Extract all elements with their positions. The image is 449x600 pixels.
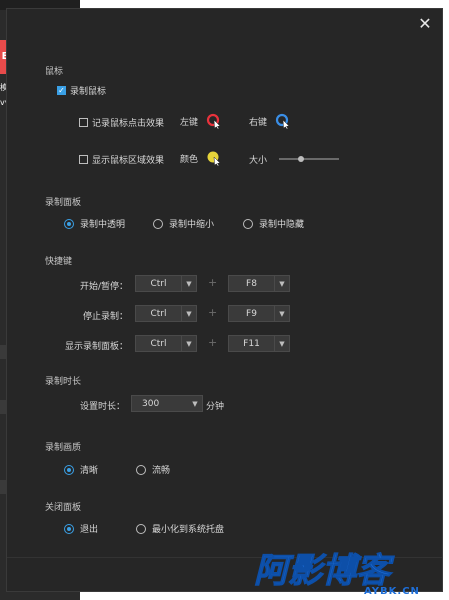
section-title-duration: 录制时长 — [45, 377, 82, 387]
record-panel-radio[interactable] — [153, 218, 163, 229]
hotkey-key-select-stop[interactable]: F9 ▼ — [228, 305, 290, 322]
record-panel-radio[interactable] — [64, 218, 74, 229]
chevron-down-icon: ▼ — [274, 306, 289, 321]
record-panel-option-label: 录制中缩小 — [169, 220, 215, 230]
watermark-main-text: 阿影博客 — [254, 551, 395, 591]
quality-option-smooth[interactable]: 流畅 — [136, 463, 170, 476]
right-click-setting: 右键 — [249, 113, 291, 129]
duration-select[interactable]: 300 ▼ — [131, 395, 203, 412]
plus-sign: + — [208, 276, 218, 289]
chevron-down-icon: ▼ — [274, 336, 289, 351]
section-title-close-panel: 关闭面板 — [45, 503, 82, 513]
record-panel-option-hide[interactable]: 录制中隐藏 — [243, 217, 304, 230]
chevron-down-icon: ▼ — [181, 276, 196, 291]
record-panel-option-shrink[interactable]: 录制中缩小 — [153, 217, 214, 230]
size-label: 大小 — [249, 156, 268, 166]
close-option-exit[interactable]: 退出 — [64, 522, 98, 535]
size-setting: 大小 — [249, 153, 267, 166]
section-title-record-panel: 录制面板 — [45, 198, 82, 208]
close-icon[interactable]: ✕ — [416, 15, 434, 33]
show-area-effect-label: 显示鼠标区域效果 — [92, 156, 165, 166]
quality-option-label: 流畅 — [152, 466, 171, 476]
hotkey-modifier-value: Ctrl — [150, 338, 167, 349]
quality-option-clear[interactable]: 清晰 — [64, 463, 98, 476]
area-color-cursor-icon[interactable] — [206, 150, 222, 166]
duration-value: 300 — [142, 398, 160, 409]
color-label: 颜色 — [180, 154, 199, 165]
hotkey-key-value: F8 — [246, 278, 257, 289]
hotkey-modifier-value: Ctrl — [150, 308, 167, 319]
hotkey-key-select-show-panel[interactable]: F11 ▼ — [228, 335, 290, 352]
close-option-label: 最小化到系统托盘 — [152, 525, 225, 535]
record-cursor-label: 录制鼠标 — [70, 87, 107, 97]
close-radio[interactable] — [64, 523, 74, 534]
hotkey-label-show-panel: 显示录制面板： — [64, 342, 128, 352]
watermark-sub-text: AYBK.CN — [364, 586, 420, 596]
record-click-effect-option[interactable]: 记录鼠标点击效果 — [79, 116, 164, 129]
size-slider[interactable] — [279, 156, 339, 162]
record-click-effect-checkbox[interactable] — [79, 118, 88, 127]
settings-dialog: ✕ 鼠标 ✓ 录制鼠标 记录鼠标点击效果 左键 右键 显示鼠标区域效果 颜色 大… — [6, 8, 443, 592]
hotkey-key-select-start-pause[interactable]: F8 ▼ — [228, 275, 290, 292]
close-option-minimize-tray[interactable]: 最小化到系统托盘 — [136, 522, 224, 535]
size-slider-handle[interactable] — [297, 156, 304, 162]
hotkey-modifier-select-show-panel[interactable]: Ctrl ▼ — [135, 335, 197, 352]
hotkey-key-value: F9 — [246, 308, 257, 319]
hotkey-label-start-pause: 开始/暂停： — [79, 282, 128, 292]
chevron-down-icon: ▼ — [181, 306, 196, 321]
chevron-down-icon: ▼ — [181, 336, 196, 351]
quality-option-label: 清晰 — [80, 466, 99, 476]
quality-radio[interactable] — [136, 464, 146, 475]
duration-unit: 分钟 — [206, 402, 225, 412]
hotkey-key-value: F11 — [243, 338, 260, 349]
left-click-cursor-icon[interactable] — [206, 113, 222, 129]
chevron-down-icon: ▼ — [274, 276, 289, 291]
chevron-down-icon: ▼ — [192, 399, 198, 408]
quality-radio[interactable] — [64, 464, 74, 475]
show-area-effect-option[interactable]: 显示鼠标区域效果 — [79, 153, 164, 166]
show-area-effect-checkbox[interactable] — [79, 155, 88, 164]
section-title-mouse: 鼠标 — [45, 67, 64, 77]
record-click-effect-label: 记录鼠标点击效果 — [92, 119, 165, 129]
duration-label: 设置时长： — [80, 402, 126, 412]
hotkey-modifier-select-stop[interactable]: Ctrl ▼ — [135, 305, 197, 322]
hotkey-modifier-select-start-pause[interactable]: Ctrl ▼ — [135, 275, 197, 292]
left-key-label: 左键 — [180, 117, 199, 128]
record-panel-radio[interactable] — [243, 218, 253, 229]
record-panel-option-label: 录制中隐藏 — [259, 220, 305, 230]
watermark-logo: 阿影博客 AYBK.CN — [252, 548, 442, 598]
close-option-label: 退出 — [80, 525, 99, 535]
hotkey-modifier-value: Ctrl — [150, 278, 167, 289]
record-panel-option-label: 录制中透明 — [80, 220, 126, 230]
record-cursor-option[interactable]: ✓ 录制鼠标 — [57, 84, 106, 97]
hotkey-label-stop: 停止录制： — [82, 312, 128, 322]
right-click-cursor-icon[interactable] — [275, 113, 291, 129]
area-color-setting: 颜色 — [180, 150, 222, 166]
right-key-label: 右键 — [249, 117, 268, 128]
left-click-setting: 左键 — [180, 113, 222, 129]
record-cursor-checkbox[interactable]: ✓ — [57, 86, 66, 95]
section-title-quality: 录制画质 — [45, 443, 82, 453]
close-radio[interactable] — [136, 523, 146, 534]
plus-sign: + — [208, 336, 218, 349]
record-panel-option-transparent[interactable]: 录制中透明 — [64, 217, 125, 230]
plus-sign: + — [208, 306, 218, 319]
section-title-hotkeys: 快捷键 — [45, 257, 73, 267]
